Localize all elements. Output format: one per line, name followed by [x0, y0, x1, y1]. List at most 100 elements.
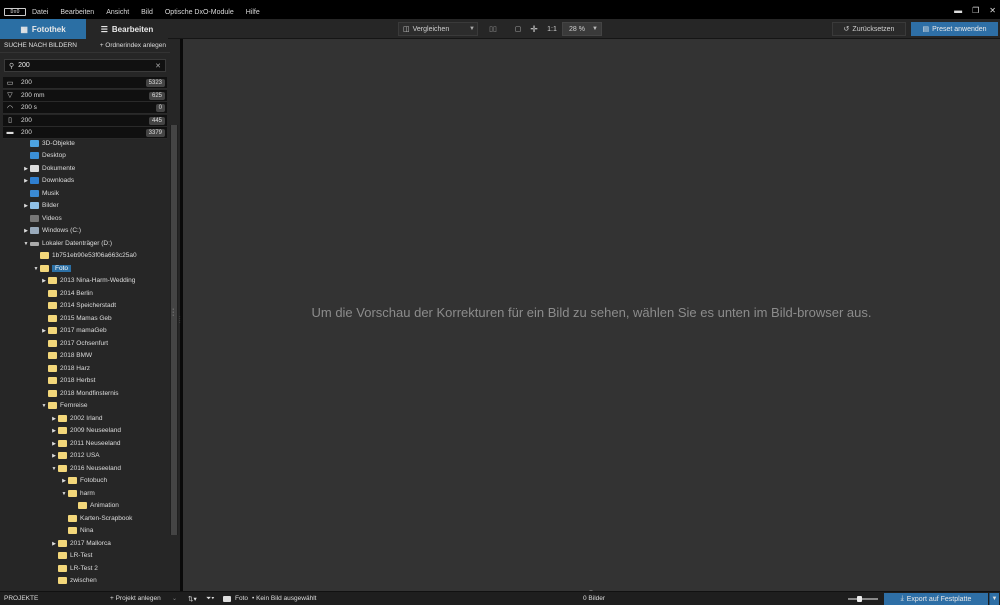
tree-item-desktop[interactable]: Desktop: [22, 150, 66, 161]
tree-item-2014-speicherstadt[interactable]: 2014 Speicherstadt: [40, 300, 116, 311]
tab-fotothek-label: Fotothek: [31, 24, 66, 34]
breadcrumb-folder[interactable]: Foto: [235, 595, 248, 602]
tree-item-2018-harz[interactable]: 2018 Harz: [40, 363, 90, 374]
search-panel-title: SUCHE NACH BILDERN: [4, 41, 77, 49]
chevron-down-icon: ▼: [592, 26, 598, 32]
tree-item-harm[interactable]: ▼ harm: [60, 488, 95, 499]
tree-item-2016-neuseeland[interactable]: ▼ 2016 Neuseeland: [50, 463, 121, 474]
export-to-disk-button[interactable]: ⤓ Export auf Festplatte: [884, 593, 988, 605]
tree-item-2013-wedding[interactable]: ▶ 2013 Nina-Harm-Wedding: [40, 275, 135, 286]
tree-item-2009-neuseeland[interactable]: ▶ 2009 Neuseeland: [50, 425, 121, 436]
reset-button[interactable]: ↺ Zurücksetzen: [832, 22, 906, 36]
drive-icon: [30, 241, 39, 246]
tree-item-2018-bmw[interactable]: 2018 BMW: [40, 350, 92, 361]
menu-bearbeiten[interactable]: Bearbeiten: [60, 9, 94, 16]
tree-item-2017-ochsenfurt[interactable]: 2017 Ochsenfurt: [40, 338, 108, 349]
tree-label: 2018 Herbst: [60, 377, 96, 384]
tree-item-2011-neuseeland[interactable]: ▶ 2011 Neuseeland: [50, 438, 120, 449]
menu-optische-module[interactable]: Optische DxO-Module: [165, 9, 234, 16]
suggestion-iso[interactable]: ▭ 200 5323: [3, 77, 167, 89]
suggestion-file[interactable]: ▯ 200 445: [3, 114, 167, 127]
menu-ansicht[interactable]: Ansicht: [106, 9, 129, 16]
tree-label: 2018 BMW: [60, 352, 93, 359]
tree-item-lr-test[interactable]: LR-Test: [50, 550, 92, 561]
close-icon[interactable]: ✕: [989, 6, 996, 15]
menu-hilfe[interactable]: Hilfe: [246, 9, 260, 16]
breadcrumb: Foto • Kein Bild ausgewählt: [223, 595, 316, 602]
suggestion-focal-length[interactable]: ▽ 200 mm 625: [3, 89, 167, 102]
folder-icon: [68, 477, 77, 484]
menu-datei[interactable]: Datei: [32, 9, 48, 16]
filter-icon[interactable]: ⏷▾: [206, 595, 214, 603]
tree-item-musik[interactable]: Musik: [22, 188, 59, 199]
suggestion-text: 200: [21, 129, 32, 136]
suggestion-text: 200: [21, 79, 32, 86]
tree-item-fernreise[interactable]: ▼ Fernreise: [40, 400, 87, 411]
focal-length-icon: ▽: [7, 92, 13, 99]
tree-item-2018-herbst[interactable]: 2018 Herbst: [40, 375, 95, 386]
tree-label: zwischen: [70, 577, 97, 584]
zoom-select[interactable]: 28 % ▼: [562, 22, 602, 36]
menu-bar: DxO Datei Bearbeiten Ansicht Bild Optisc…: [0, 5, 1000, 19]
add-project-button[interactable]: + Projekt anlegen: [110, 595, 161, 602]
restore-icon[interactable]: ❐: [972, 6, 979, 15]
slider-knob[interactable]: [857, 596, 862, 602]
tree-item-2017-mallorca[interactable]: ▶ 2017 Mallorca: [50, 538, 111, 549]
tree-item-2014-berlin[interactable]: 2014 Berlin: [40, 288, 93, 299]
sort-icon[interactable]: ⇅▾: [188, 595, 197, 603]
chevron-down-icon[interactable]: ⌄: [172, 595, 177, 602]
tree-label: Desktop: [42, 152, 66, 159]
tree-label: 2017 mamaGeb: [60, 327, 107, 334]
drive-icon: [30, 227, 39, 234]
zoom-1-1-button[interactable]: 1:1: [546, 22, 558, 36]
bottom-bar: PROJEKTE + Projekt anlegen ⌄ ⇅▾ ⏷▾ Foto …: [0, 588, 1000, 605]
tree-item-karten-scrapbook[interactable]: Karten-Scrapbook: [60, 513, 132, 524]
tree-item-downloads[interactable]: ▶ Downloads: [22, 175, 74, 186]
tree-label: Dokumente: [42, 165, 76, 172]
suggestion-count: 445: [148, 116, 165, 125]
tree-item-3d-objekte[interactable]: 3D-Objekte: [22, 138, 75, 149]
browser-resize-handle[interactable]: ···: [589, 588, 593, 594]
tree-item-windows-c[interactable]: ▶ Windows (C:): [22, 225, 81, 236]
music-icon: [30, 190, 39, 197]
tree-item-fotobuch[interactable]: ▶ Fotobuch: [60, 475, 107, 486]
search-input[interactable]: ⚲ 200 ✕: [4, 59, 166, 72]
split-view-icon[interactable]: ▯▯: [488, 22, 498, 36]
suggestion-shutter-speed[interactable]: ◠ 200 s 0: [3, 102, 167, 114]
tree-item-dokumente[interactable]: ▶ Dokumente: [22, 163, 75, 174]
tab-bearbeiten[interactable]: ☰ Bearbeiten: [86, 19, 168, 39]
tree-item-nina[interactable]: Nina: [60, 525, 93, 536]
tree-label: 2016 Neuseeland: [70, 465, 121, 472]
clear-search-icon[interactable]: ✕: [155, 62, 161, 70]
projects-label: PROJEKTE: [4, 595, 39, 602]
move-icon[interactable]: ✛: [529, 22, 539, 36]
add-folder-index-button[interactable]: + Ordnerindex anlegen: [100, 42, 166, 49]
minimize-icon[interactable]: ▬: [954, 6, 962, 15]
tree-item-2018-mondfinsternis[interactable]: 2018 Mondfinsternis: [40, 388, 119, 399]
tree-item-lr-test-2[interactable]: LR-Test 2: [50, 563, 98, 574]
tree-item-videos[interactable]: Videos: [22, 213, 62, 224]
chevron-down-icon[interactable]: ▼: [989, 593, 999, 605]
thumbnail-size-slider[interactable]: [848, 596, 878, 602]
folder-icon: [48, 290, 57, 297]
tree-item-bilder[interactable]: ▶ Bilder: [22, 200, 59, 211]
compare-button[interactable]: ◫ Vergleichen ▼: [398, 22, 478, 36]
tree-scrollbar-thumb[interactable]: [171, 125, 177, 535]
tab-fotothek[interactable]: ▦ Fotothek: [0, 19, 86, 39]
tree-item-animation[interactable]: Animation: [70, 500, 119, 511]
folder-icon: [48, 402, 57, 409]
tree-item-2002-irland[interactable]: ▶ 2002 Irland: [50, 413, 103, 424]
tree-item-lokaler-datentraeger[interactable]: ▼ Lokaler Datenträger (D:): [22, 238, 113, 249]
apply-preset-button[interactable]: ▤ Preset anwenden: [911, 22, 998, 36]
panel-resize-handle[interactable]: · · · ·: [179, 315, 181, 326]
tree-item-zwischen[interactable]: zwischen: [50, 575, 97, 586]
suggestion-text: 200 s: [21, 104, 37, 111]
tree-item-foto[interactable]: ▼ Foto: [32, 263, 72, 274]
tree-item-hash-folder[interactable]: 1b751eb90e53f06a663c25a0: [32, 250, 137, 261]
tree-item-2015-mamas-geb[interactable]: 2015 Mamas Geb: [40, 313, 112, 324]
menu-bild[interactable]: Bild: [141, 9, 153, 16]
crop-icon[interactable]: ▢: [513, 22, 523, 36]
tree-item-2017-mamageb[interactable]: ▶ 2017 mamaGeb: [40, 325, 107, 336]
tree-item-2012-usa[interactable]: ▶ 2012 USA: [50, 450, 100, 461]
drag-handle-icon[interactable]: · · ·: [172, 306, 174, 319]
